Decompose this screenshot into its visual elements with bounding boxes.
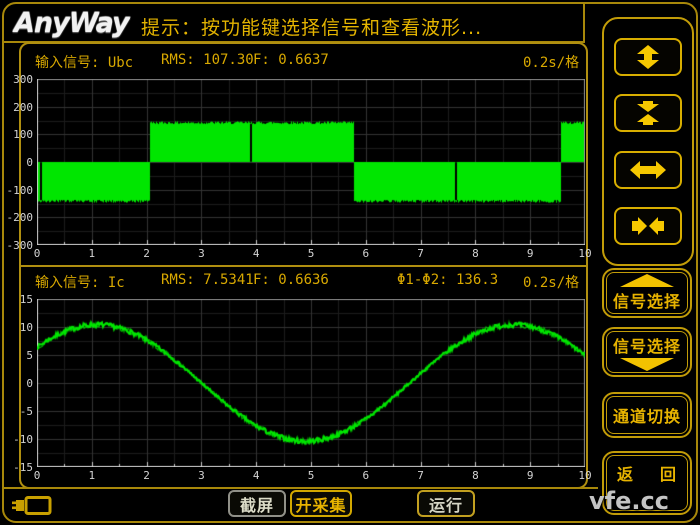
signal-select-down-wrapper: 信号选择 bbox=[602, 327, 692, 377]
expand-horizontal-button[interactable] bbox=[614, 151, 682, 189]
frequency-value: F: 0.6637 bbox=[253, 52, 329, 68]
y-axis-tick-label: 200 bbox=[13, 101, 37, 114]
expand-vertical-button[interactable] bbox=[614, 38, 682, 76]
channel-switch-wrapper: 通道切换 bbox=[602, 392, 692, 438]
expand-horizontal-icon bbox=[630, 158, 666, 182]
page-title: 提示：按功能键选择信号和查看波形... bbox=[141, 13, 482, 40]
x-axis-tick-label: 6 bbox=[362, 247, 369, 260]
phase-value: Φ1-Φ2: 136.3 bbox=[397, 272, 498, 288]
x-axis-tick-label: 7 bbox=[417, 469, 424, 482]
back-button[interactable]: 返 回 bbox=[607, 458, 687, 488]
run-button[interactable]: 运行 bbox=[417, 490, 475, 517]
signal-select-up-label: 信号选择 bbox=[613, 288, 681, 312]
rms-value: RMS: 7.5341 bbox=[161, 272, 254, 288]
ubc-plot-area: 3002001000-100-200-300012345678910 bbox=[37, 79, 585, 245]
x-axis-tick-label: 9 bbox=[527, 469, 534, 482]
zoom-button-group bbox=[602, 17, 694, 266]
x-axis-tick-label: 5 bbox=[308, 247, 315, 260]
start-capture-button[interactable]: 开采集 bbox=[290, 490, 352, 517]
back-label-left: 返 bbox=[617, 461, 634, 485]
expand-vertical-icon bbox=[630, 45, 666, 69]
x-axis-tick-label: 8 bbox=[472, 469, 479, 482]
signal-select-up-wrapper: 信号选择 bbox=[602, 268, 692, 318]
y-axis-tick-label: 10 bbox=[20, 321, 37, 334]
x-axis-tick-label: 1 bbox=[88, 247, 95, 260]
timebase-value: 0.2s/格 bbox=[523, 272, 579, 292]
x-axis-tick-label: 8 bbox=[472, 247, 479, 260]
y-axis-tick-label: 0 bbox=[26, 377, 37, 390]
frequency-value: F: 0.6636 bbox=[253, 272, 329, 288]
chart-ic: 输入信号: Ic RMS: 7.5341 F: 0.6636 Φ1-Φ2: 13… bbox=[21, 272, 586, 484]
timebase-value: 0.2s/格 bbox=[523, 52, 579, 72]
x-axis-tick-label: 10 bbox=[578, 469, 591, 482]
chart-ubc: 输入信号: Ubc RMS: 107.30 F: 0.6637 0.2s/格 3… bbox=[21, 52, 586, 265]
signal-select-down-label: 信号选择 bbox=[613, 333, 681, 357]
title-right-divider bbox=[583, 3, 585, 43]
chart-divider bbox=[20, 265, 587, 267]
vfe-watermark: vfe.cc bbox=[589, 487, 669, 515]
y-axis-tick-label: 5 bbox=[26, 349, 37, 362]
x-axis-tick-label: 4 bbox=[253, 247, 260, 260]
x-axis-tick-label: 5 bbox=[308, 469, 315, 482]
battery-icon bbox=[12, 494, 54, 521]
waveform-panel: 输入信号: Ubc RMS: 107.30 F: 0.6637 0.2s/格 3… bbox=[19, 42, 588, 489]
x-axis-tick-label: 0 bbox=[34, 247, 41, 260]
x-axis-tick-label: 7 bbox=[417, 247, 424, 260]
y-axis-tick-label: -100 bbox=[7, 184, 38, 197]
y-axis-tick-label: 15 bbox=[20, 293, 37, 306]
x-axis-tick-label: 3 bbox=[198, 469, 205, 482]
triangle-down-icon bbox=[620, 358, 674, 371]
x-axis-tick-label: 2 bbox=[143, 469, 150, 482]
compress-horizontal-button[interactable] bbox=[614, 207, 682, 245]
x-axis-tick-label: 1 bbox=[88, 469, 95, 482]
x-axis-tick-label: 9 bbox=[527, 247, 534, 260]
y-axis-tick-label: 100 bbox=[13, 128, 37, 141]
screenshot-button[interactable]: 截屏 bbox=[228, 490, 286, 517]
x-axis-tick-label: 4 bbox=[253, 469, 260, 482]
ic-plot-area: 151050-5-10-15012345678910 bbox=[37, 299, 585, 467]
channel-switch-label: 通道切换 bbox=[613, 403, 681, 427]
triangle-up-icon bbox=[620, 274, 674, 287]
x-axis-tick-label: 2 bbox=[143, 247, 150, 260]
signal-select-up-button[interactable]: 信号选择 bbox=[606, 272, 688, 314]
y-axis-tick-label: -10 bbox=[13, 433, 37, 446]
y-axis-tick-label: 0 bbox=[26, 156, 37, 169]
x-axis-tick-label: 6 bbox=[362, 469, 369, 482]
y-axis-tick-label: -200 bbox=[7, 211, 38, 224]
y-axis-tick-label: 300 bbox=[13, 73, 37, 86]
compress-vertical-button[interactable] bbox=[614, 94, 682, 132]
y-axis-tick-label: -5 bbox=[20, 405, 37, 418]
compress-vertical-icon bbox=[630, 101, 666, 125]
signal-select-down-button[interactable]: 信号选择 bbox=[606, 331, 688, 373]
bottom-divider bbox=[3, 487, 598, 489]
channel-switch-button[interactable]: 通道切换 bbox=[606, 396, 688, 434]
ic-waveform-canvas bbox=[37, 299, 585, 467]
x-axis-tick-label: 3 bbox=[198, 247, 205, 260]
anyway-logo: AnyWay bbox=[14, 8, 129, 39]
device-screen: AnyWay 提示：按功能键选择信号和查看波形... 输入信号: Ubc RMS… bbox=[0, 0, 700, 525]
x-axis-tick-label: 0 bbox=[34, 469, 41, 482]
signal-label: 输入信号: Ic bbox=[35, 272, 125, 292]
rms-value: RMS: 107.30 bbox=[161, 52, 254, 68]
ubc-waveform-canvas bbox=[37, 79, 585, 245]
back-label-right: 回 bbox=[660, 461, 677, 485]
compress-horizontal-icon bbox=[630, 214, 666, 238]
x-axis-tick-label: 10 bbox=[578, 247, 591, 260]
y-axis-tick-label: -300 bbox=[7, 239, 38, 252]
signal-label: 输入信号: Ubc bbox=[35, 52, 133, 72]
